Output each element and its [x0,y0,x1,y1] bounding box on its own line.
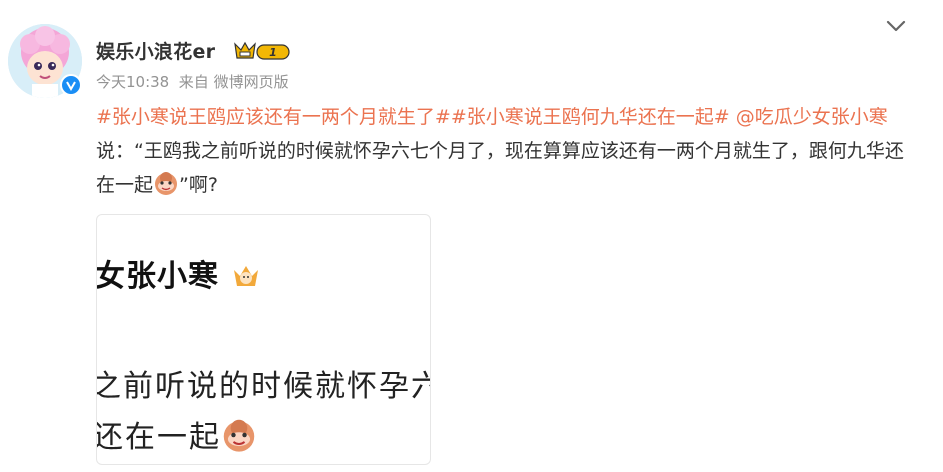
doge-emoji-icon [221,417,257,453]
topic-tag-2[interactable]: #张小寒说王鸥何九华还在一起# [451,106,730,128]
source-prefix: 来自 [178,73,209,91]
mention-link[interactable]: @吃瓜少女张小寒 [736,106,888,128]
chevron-down-icon[interactable] [882,14,910,38]
post-meta: 今天10:38 来自 微博网页版 [96,71,289,92]
image-text-line3: 还在一起 [97,412,257,456]
vip-level: 1 [269,46,277,59]
post-source[interactable]: 微博网页版 [214,71,289,92]
verified-icon [60,74,82,96]
avatar[interactable] [8,24,82,98]
doge-emoji-icon [153,170,179,196]
crown-emoji-icon [230,260,266,296]
username[interactable]: 娱乐小浪花er [96,37,215,64]
post-time[interactable]: 今天10:38 [96,71,169,92]
topic-tag-1[interactable]: #张小寒说王鸥应该还有一两个月就生了# [96,106,451,128]
post-text: #张小寒说王鸥应该还有一两个月就生了##张小寒说王鸥何九华还在一起# @吃瓜少女… [96,100,911,202]
post-image[interactable]: 女张小寒 之前听说的时候就怀孕六 还在一起 [96,214,431,465]
post-body-end: ”啊? [179,174,218,196]
image-text-line2: 之前听说的时候就怀孕六 [96,369,431,404]
image-text-line1: 女张小寒 [97,251,266,296]
vip-crown-icon[interactable]: 1 [233,40,291,62]
